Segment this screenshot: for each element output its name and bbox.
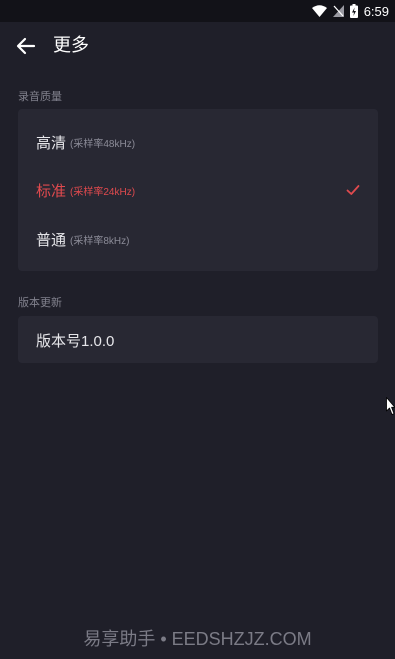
watermark: 易享助手 • EEDSHZJZ.COM bbox=[83, 629, 312, 649]
quality-option-name: 高清 bbox=[36, 134, 67, 152]
app-header: 更多 bbox=[0, 22, 395, 68]
quality-option-rate: (采样率24kHz) bbox=[70, 186, 136, 198]
checkmark-icon bbox=[346, 185, 360, 195]
no-signal-icon bbox=[332, 5, 344, 17]
recording-quality-label: 录音质量 bbox=[18, 91, 62, 103]
status-bar: 6:59 bbox=[0, 0, 395, 22]
recording-quality-card: 高清 (采样率48kHz) 标准 (采样率24kHz) 普通 (采样率8kHz) bbox=[18, 109, 378, 271]
mouse-cursor-icon bbox=[386, 397, 395, 415]
quality-option-hd[interactable]: 高清 (采样率48kHz) bbox=[18, 118, 378, 166]
page-title: 更多 bbox=[53, 35, 89, 55]
quality-option-name: 普通 bbox=[36, 231, 67, 249]
version-number: 版本号1.0.0 bbox=[36, 333, 115, 350]
arrow-left-icon[interactable] bbox=[14, 34, 38, 58]
status-icons: 6:59 bbox=[311, 2, 389, 20]
quality-option-rate: (采样率8kHz) bbox=[70, 235, 130, 247]
quality-option-standard[interactable]: 标准 (采样率24kHz) bbox=[18, 166, 378, 214]
quality-option-rate: (采样率48kHz) bbox=[70, 138, 136, 150]
battery-charging-icon bbox=[349, 4, 358, 18]
version-card[interactable]: 版本号1.0.0 bbox=[18, 316, 378, 363]
wifi-icon bbox=[311, 5, 327, 17]
version-update-label: 版本更新 bbox=[18, 297, 62, 309]
quality-option-normal[interactable]: 普通 (采样率8kHz) bbox=[18, 215, 378, 263]
quality-option-name: 标准 bbox=[36, 182, 67, 200]
status-time: 6:59 bbox=[363, 3, 389, 19]
